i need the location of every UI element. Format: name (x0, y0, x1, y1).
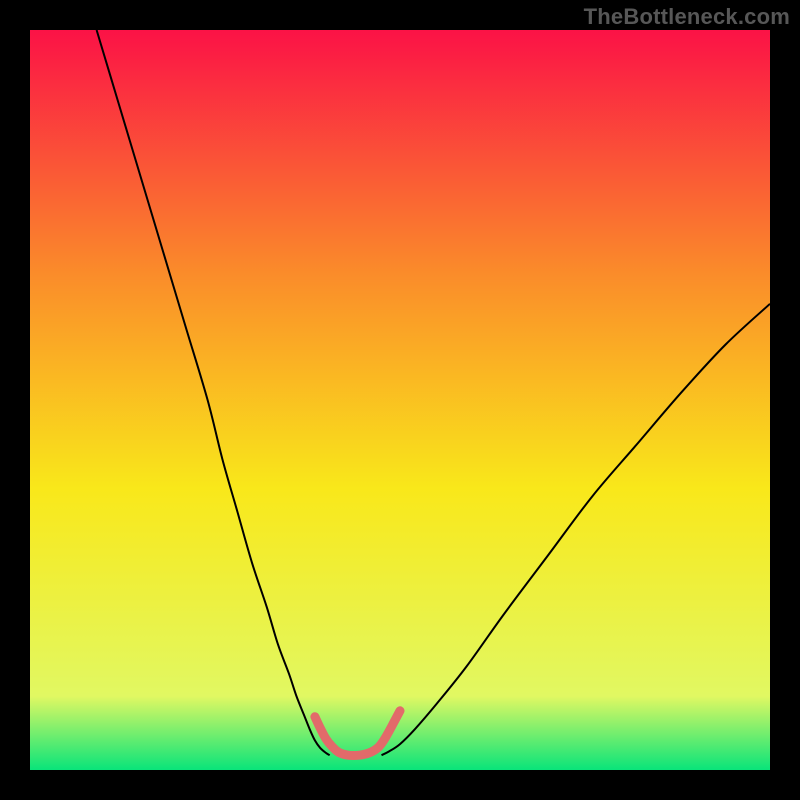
chart-frame: TheBottleneck.com (0, 0, 800, 800)
watermark-text: TheBottleneck.com (584, 4, 790, 30)
bottleneck-chart (0, 0, 800, 800)
plot-background (30, 30, 770, 770)
